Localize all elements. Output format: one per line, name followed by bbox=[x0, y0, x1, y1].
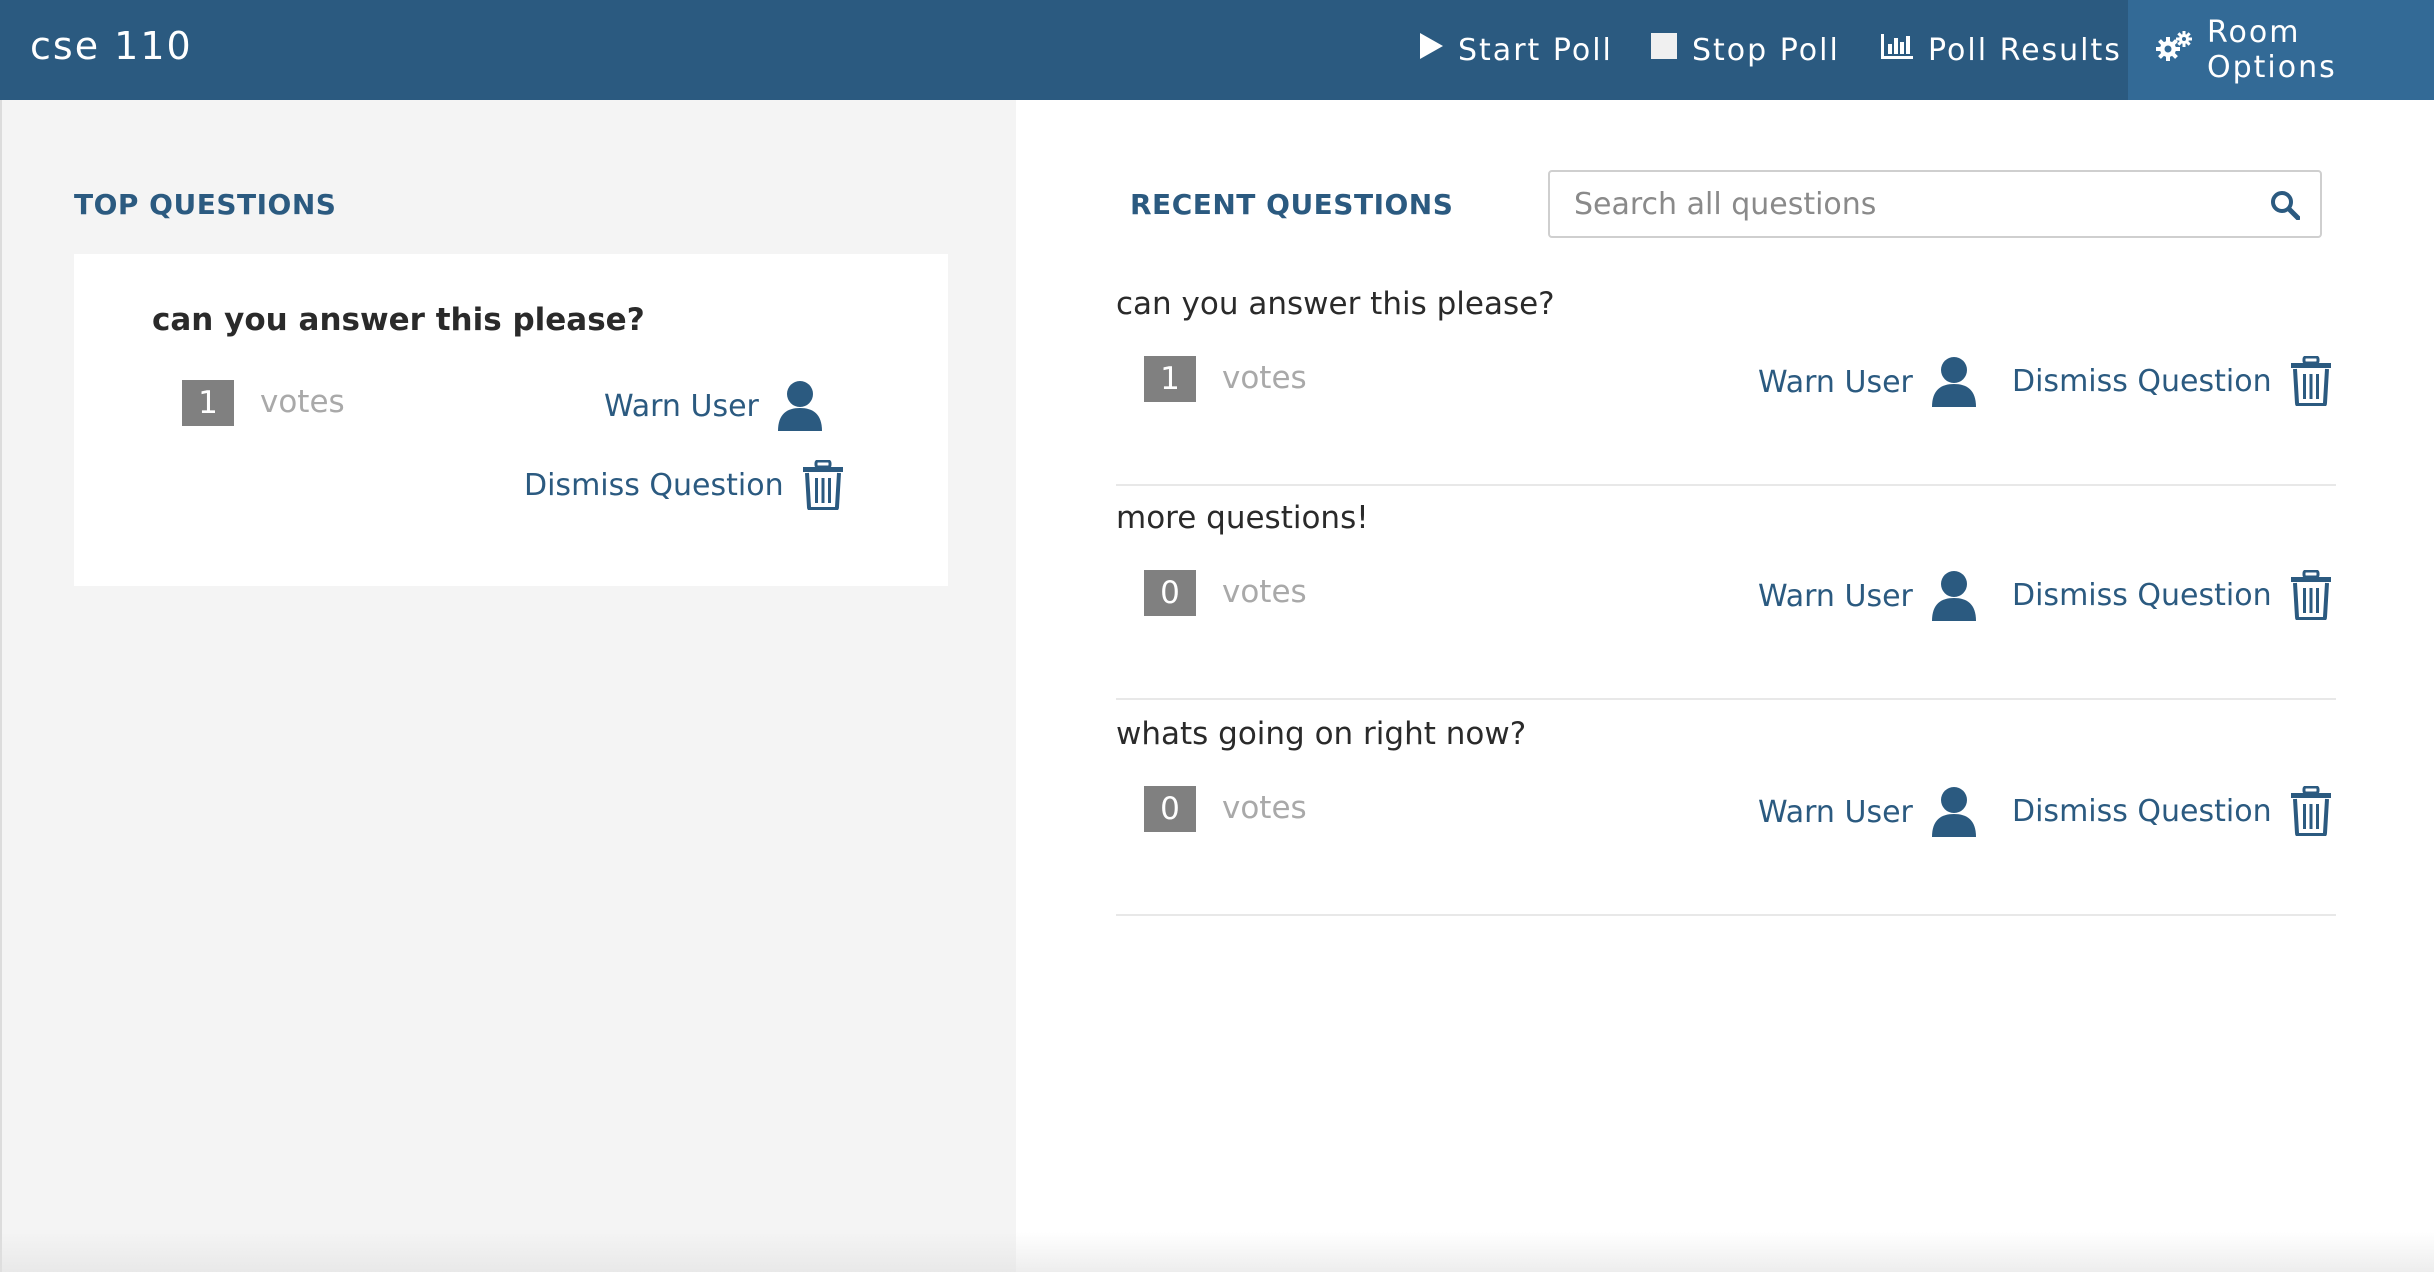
warn-user-label: Warn User bbox=[1758, 364, 1913, 400]
room-options-label: Room Options bbox=[2207, 15, 2337, 85]
trash-icon bbox=[2290, 570, 2331, 620]
gears-icon bbox=[2155, 30, 2193, 70]
question-row: more questions! 0 votes Warn User Dismis… bbox=[1116, 486, 2336, 700]
dismiss-question-label: Dismiss Question bbox=[2012, 577, 2272, 613]
dismiss-question-button[interactable]: Dismiss Question bbox=[2012, 570, 2332, 620]
warn-user-button[interactable]: Warn User bbox=[604, 380, 823, 432]
dismiss-question-button[interactable]: Dismiss Question bbox=[524, 460, 844, 510]
question-text: more questions! bbox=[1116, 500, 1369, 536]
top-question-card: can you answer this please? 1 votes Warn… bbox=[74, 254, 948, 586]
votes-label: votes bbox=[1222, 574, 1307, 610]
user-icon bbox=[777, 381, 822, 431]
trash-icon bbox=[2290, 786, 2331, 836]
bar-chart-icon bbox=[1880, 32, 1914, 68]
dismiss-question-button[interactable]: Dismiss Question bbox=[2012, 356, 2332, 406]
stop-poll-button[interactable]: Stop Poll bbox=[1650, 0, 1840, 100]
trash-icon bbox=[802, 460, 843, 510]
question-row: can you answer this please? 1 votes Warn… bbox=[1116, 272, 2336, 486]
top-navbar: cse 110 Start Poll Stop Poll Poll Result… bbox=[0, 0, 2434, 100]
dismiss-question-label: Dismiss Question bbox=[2012, 793, 2272, 829]
search-box bbox=[1548, 170, 2322, 238]
warn-user-button[interactable]: Warn User bbox=[1758, 786, 1977, 838]
search-input[interactable] bbox=[1550, 172, 2250, 236]
play-icon bbox=[1418, 32, 1444, 68]
dismiss-question-label: Dismiss Question bbox=[2012, 363, 2272, 399]
user-icon bbox=[1931, 787, 1976, 837]
user-icon bbox=[1931, 357, 1976, 407]
room-options-button[interactable]: Room Options bbox=[2128, 0, 2434, 100]
stop-icon bbox=[1650, 32, 1678, 68]
warn-user-label: Warn User bbox=[1758, 794, 1913, 830]
trash-icon bbox=[2290, 356, 2331, 406]
top-questions-panel: TOP QUESTIONS can you answer this please… bbox=[0, 100, 1016, 1272]
vote-count: 1 bbox=[182, 380, 234, 426]
poll-results-label: Poll Results bbox=[1928, 32, 2122, 68]
question-row: whats going on right now? 0 votes Warn U… bbox=[1116, 702, 2336, 916]
votes-label: votes bbox=[1222, 360, 1307, 396]
question-text: can you answer this please? bbox=[152, 302, 645, 338]
warn-user-label: Warn User bbox=[604, 388, 759, 424]
user-icon bbox=[1931, 571, 1976, 621]
vote-count: 1 bbox=[1144, 356, 1196, 402]
room-name: cse 110 bbox=[30, 24, 193, 68]
warn-user-button[interactable]: Warn User bbox=[1758, 570, 1977, 622]
start-poll-label: Start Poll bbox=[1458, 32, 1613, 68]
vote-count: 0 bbox=[1144, 570, 1196, 616]
warn-user-label: Warn User bbox=[1758, 578, 1913, 614]
question-text: can you answer this please? bbox=[1116, 286, 1555, 322]
votes-label: votes bbox=[1222, 790, 1307, 826]
question-text: whats going on right now? bbox=[1116, 716, 1527, 752]
dismiss-question-button[interactable]: Dismiss Question bbox=[2012, 786, 2332, 836]
votes-label: votes bbox=[260, 384, 345, 420]
recent-questions-panel: RECENT QUESTIONS can you answer this ple… bbox=[1016, 100, 2434, 1272]
start-poll-button[interactable]: Start Poll bbox=[1418, 0, 1613, 100]
warn-user-button[interactable]: Warn User bbox=[1758, 356, 1977, 408]
stop-poll-label: Stop Poll bbox=[1692, 32, 1840, 68]
dismiss-question-label: Dismiss Question bbox=[524, 467, 784, 503]
recent-questions-heading: RECENT QUESTIONS bbox=[1130, 188, 1454, 221]
top-questions-heading: TOP QUESTIONS bbox=[74, 188, 337, 221]
search-icon[interactable] bbox=[2270, 190, 2300, 220]
vote-count: 0 bbox=[1144, 786, 1196, 832]
poll-results-button[interactable]: Poll Results bbox=[1880, 0, 2122, 100]
